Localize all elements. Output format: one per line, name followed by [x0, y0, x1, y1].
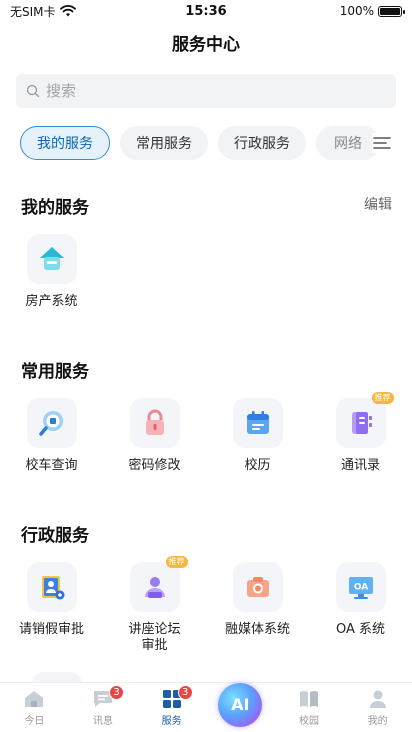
recommend-tag: 推荐 — [371, 392, 394, 404]
service-label: 校车查询 — [25, 458, 78, 473]
service-item-contacts[interactable]: 推荐 通讯录 — [309, 392, 412, 474]
message-badge: 3 — [109, 684, 124, 700]
status-left: 无SIM卡 — [10, 3, 160, 20]
tabbar-label: 校园 — [299, 715, 320, 727]
tab-label: 行政服务 — [234, 136, 290, 152]
service-item-leave-approval[interactable]: 请销假审批 — [0, 562, 103, 654]
tabbar-item-services[interactable]: 3 服务 — [137, 683, 206, 732]
service-tabs: 我的服务 常用服务 行政服务 网络 — [20, 125, 392, 161]
service-item-lecture-approval[interactable]: 推荐 讲座论坛 审批 — [103, 556, 206, 654]
lecture-icon: 推荐 — [129, 556, 188, 612]
battery-icon — [378, 5, 405, 17]
carrier-label: 无SIM卡 — [10, 4, 56, 19]
common-services-grid: 校车查询 密码修改 校历 推荐 通讯录 — [0, 392, 412, 474]
wifi-icon — [59, 5, 76, 17]
tabbar-label: 我的 — [367, 715, 388, 727]
service-label: 通讯录 — [340, 458, 380, 473]
tab-label: 常用服务 — [136, 136, 192, 152]
service-label: 校历 — [244, 458, 271, 473]
tabbar-item-campus[interactable]: 校园 — [275, 683, 344, 732]
admin-services-grid: 请销假审批 推荐 讲座论坛 审批 融媒体系统 OA OA 系统 — [0, 556, 412, 654]
book-icon — [300, 690, 319, 707]
section-title-my-services: 我的服务 — [21, 198, 89, 218]
lock-icon — [129, 398, 180, 448]
tab-label: 网络 — [334, 136, 362, 152]
tab-my-services[interactable]: 我的服务 — [20, 126, 110, 160]
status-bar: 无SIM卡 15:36 100% — [0, 0, 412, 22]
tabbar-item-mine[interactable]: 我的 — [343, 683, 412, 732]
tab-common-services[interactable]: 常用服务 — [120, 126, 208, 160]
status-time: 15:36 — [185, 3, 227, 19]
service-label: 房产系统 — [25, 294, 78, 309]
tab-admin-services[interactable]: 行政服务 — [218, 126, 306, 160]
service-label: 融媒体系统 — [224, 622, 290, 637]
tabbar-item-today[interactable]: 今日 — [0, 683, 69, 732]
page-title: 服务中心 — [172, 35, 240, 55]
service-label: 讲座论坛 审批 — [128, 622, 181, 653]
menu-icon — [373, 137, 391, 149]
recommend-tag: 推荐 — [165, 556, 188, 568]
house-icon — [26, 234, 77, 284]
service-label: 密码修改 — [128, 458, 181, 473]
leave-approval-icon — [26, 562, 77, 612]
search-bar[interactable] — [16, 74, 396, 108]
tabbar-item-ai[interactable]: AI — [206, 682, 275, 732]
service-item-media-system[interactable]: 融媒体系统 — [206, 562, 309, 654]
ai-icon-text: AI — [231, 695, 250, 714]
service-label: 请销假审批 — [18, 622, 84, 637]
oa-icon: OA — [335, 562, 386, 612]
service-item-bus-search[interactable]: 校车查询 — [0, 398, 103, 474]
contacts-icon: 推荐 — [335, 392, 394, 448]
tab-menu-button[interactable] — [372, 133, 392, 153]
bottom-tabbar: 今日 3 讯息 3 服务 AI 校园 我的 — [0, 682, 412, 732]
tab-network[interactable]: 网络 — [316, 126, 380, 160]
search-input[interactable] — [46, 82, 386, 100]
tabbar-label: 讯息 — [93, 715, 113, 727]
service-item-calendar[interactable]: 校历 — [206, 398, 309, 474]
service-item-property[interactable]: 房产系统 — [0, 234, 103, 310]
search-icon — [26, 84, 40, 98]
services-badge: 3 — [177, 684, 193, 700]
home-icon — [25, 690, 44, 707]
tabbar-label: 服务 — [161, 715, 182, 727]
battery-fill — [380, 7, 400, 15]
tab-label: 我的服务 — [37, 136, 93, 152]
bus-search-icon — [26, 398, 77, 448]
service-label: OA 系统 — [335, 622, 386, 637]
tabbar-label: 今日 — [24, 715, 45, 727]
camera-icon — [232, 562, 283, 612]
calendar-icon — [232, 398, 283, 448]
my-services-grid: 房产系统 — [0, 234, 412, 310]
tabbar-item-messages[interactable]: 3 讯息 — [69, 683, 138, 732]
person-icon — [369, 690, 386, 708]
oa-icon-text: OA — [353, 583, 367, 593]
section-title-admin-services: 行政服务 — [21, 526, 89, 546]
service-item-password-change[interactable]: 密码修改 — [103, 398, 206, 474]
ai-icon: AI — [218, 682, 263, 727]
service-item-oa-system[interactable]: OA OA 系统 — [309, 562, 412, 654]
battery-percent: 100% — [339, 4, 374, 18]
edit-button[interactable]: 编辑 — [364, 194, 392, 214]
section-title-common-services: 常用服务 — [21, 362, 89, 382]
status-right: 100% — [252, 4, 405, 18]
